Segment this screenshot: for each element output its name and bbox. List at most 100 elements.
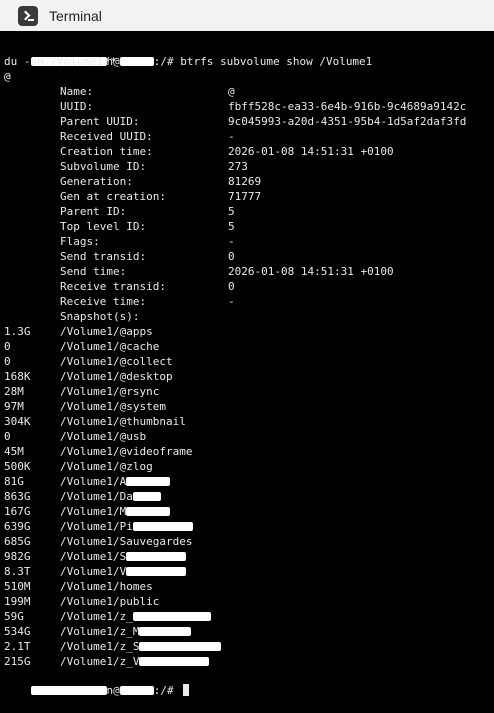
du-path: /Volume1/z_M — [60, 624, 192, 639]
redacted-folder-name — [126, 477, 171, 486]
du-path-text: /Volume1/z_S — [60, 640, 140, 653]
field-label: Top level ID: — [60, 220, 147, 233]
redacted-folder-name — [132, 492, 161, 501]
du-size: 45M — [4, 445, 24, 458]
du-path-text: /Volume1/V — [60, 565, 127, 578]
text-cursor — [183, 684, 190, 696]
du-path: /Volume1/@rsync — [60, 384, 159, 399]
du-path-text: /Volume1/public — [60, 595, 160, 608]
du-size: 28M — [4, 385, 24, 398]
redacted-hostname — [119, 57, 154, 66]
du-size: 97M — [4, 400, 24, 413]
window-title-bar: Terminal — [0, 0, 494, 32]
final-prompt-line[interactable]: n@:/# — [4, 668, 190, 697]
du-size: 81G — [4, 475, 24, 488]
du-path-text: /Volume1/@rsync — [60, 385, 160, 398]
field-label: Subvolume ID: — [60, 160, 147, 173]
du-size: 639G — [4, 520, 31, 533]
du-path-text: /Volume1/@zlog — [60, 460, 153, 473]
du-size: 8.3T — [4, 565, 31, 578]
field-value: fbff528c-ea33-6e4b-916b-9c4689a9142c — [228, 100, 467, 113]
du-path-text: /Volume1/z_M — [60, 625, 140, 638]
field-label: Creation time: — [60, 145, 153, 158]
redacted-folder-name — [139, 657, 210, 666]
du-path: /Volume1/@usb — [60, 429, 146, 444]
du-path-text: /Volume1/Da — [60, 490, 133, 503]
du-path: /Volume1/A — [60, 474, 171, 489]
field-value: 273 — [228, 160, 248, 173]
du-path-text: /Volume1/@system — [60, 400, 166, 413]
field-label: Generation: — [60, 175, 133, 188]
du-path: /Volume1/z_S — [60, 639, 222, 654]
du-path: /Volume1/Sauvegardes — [60, 534, 192, 549]
du-size: 304K — [4, 415, 31, 428]
redacted-username — [30, 686, 107, 695]
du-path: /Volume1/S — [60, 549, 187, 564]
field-label: Send transid: — [60, 250, 147, 263]
du-path-text: /Volume1/@thumbnail — [60, 415, 186, 428]
du-size: 0 — [4, 430, 11, 443]
du-path: /Volume1/M — [60, 504, 171, 519]
field-value: 2026-01-08 14:51:31 +0100 — [228, 145, 394, 158]
du-size: 982G — [4, 550, 31, 563]
field-label: Parent ID: — [60, 205, 127, 218]
du-path-text: /Volume1/M — [60, 505, 127, 518]
du-path-text: /Volume1/@cache — [60, 340, 160, 353]
field-value: - — [228, 295, 235, 308]
redacted-hostname — [119, 686, 154, 695]
du-size: 199M — [4, 595, 31, 608]
redacted-folder-name — [126, 507, 171, 516]
du-path: /Volume1/@thumbnail — [60, 414, 186, 429]
field-value: 71777 — [228, 190, 262, 203]
du-path: /Volume1/homes — [60, 579, 153, 594]
du-size: 167G — [4, 505, 31, 518]
field-value: 0 — [228, 250, 235, 263]
field-label: Parent UUID: — [60, 115, 140, 128]
du-path: /Volume1/@system — [60, 399, 166, 414]
command-line-du: du -sh /Volume1/* — [4, 55, 117, 68]
du-path: /Volume1/Pi — [60, 519, 193, 534]
field-value: 81269 — [228, 175, 262, 188]
du-path-text: /Volume1/homes — [60, 580, 153, 593]
field-value: - — [228, 235, 235, 248]
du-path: /Volume1/Da — [60, 489, 161, 504]
du-path-text: /Volume1/z_ — [60, 610, 133, 623]
du-path-text: /Volume1/@videoframe — [60, 445, 193, 458]
du-size: 215G — [4, 655, 31, 668]
du-path-text: /Volume1/A — [60, 475, 127, 488]
redacted-folder-name — [132, 522, 193, 531]
du-path-text: /Volume1/Pi — [60, 520, 133, 533]
redacted-folder-name — [126, 567, 187, 576]
subvolume-name-line: @ — [4, 70, 11, 83]
du-path-text: /Volume1/Sauvegardes — [60, 535, 193, 548]
du-path: /Volume1/@cache — [60, 339, 159, 354]
du-path-text: /Volume1/@collect — [60, 355, 173, 368]
du-size: 534G — [4, 625, 31, 638]
du-path: /Volume1/V — [60, 564, 187, 579]
field-label: Snapshot(s): — [60, 310, 140, 323]
field-value: 2026-01-08 14:51:31 +0100 — [228, 265, 394, 278]
field-label: Send time: — [60, 265, 127, 278]
du-size: 2.1T — [4, 640, 31, 653]
command-line-btrfs: n@:/# btrfs subvolume show /Volume1 — [4, 39, 372, 68]
du-path: /Volume1/@collect — [60, 354, 173, 369]
du-size: 0 — [4, 340, 11, 353]
du-path: /Volume1/z_ — [60, 609, 211, 624]
du-path-text: /Volume1/S — [60, 550, 127, 563]
du-path-text: /Volume1/@desktop — [60, 370, 173, 383]
terminal-icon — [18, 5, 38, 26]
field-label: Receive transid: — [60, 280, 166, 293]
command-text: btrfs subvolume show /Volume1 — [180, 55, 373, 68]
terminal-screen[interactable]: n@:/# btrfs subvolume show /Volume1 du -… — [0, 31, 494, 702]
du-path: /Volume1/@zlog — [60, 459, 153, 474]
du-path: /Volume1/z_V — [60, 654, 210, 669]
redacted-folder-name — [139, 642, 222, 651]
redacted-folder-name — [126, 552, 187, 561]
du-size: 1.3G — [4, 325, 31, 338]
prompt: :/# — [153, 55, 181, 68]
du-path-text: /Volume1/z_V — [60, 655, 140, 668]
du-size: 168K — [4, 370, 31, 383]
du-path-text: /Volume1/@apps — [60, 325, 153, 338]
field-value: 0 — [228, 280, 235, 293]
du-path: /Volume1/public — [60, 594, 159, 609]
